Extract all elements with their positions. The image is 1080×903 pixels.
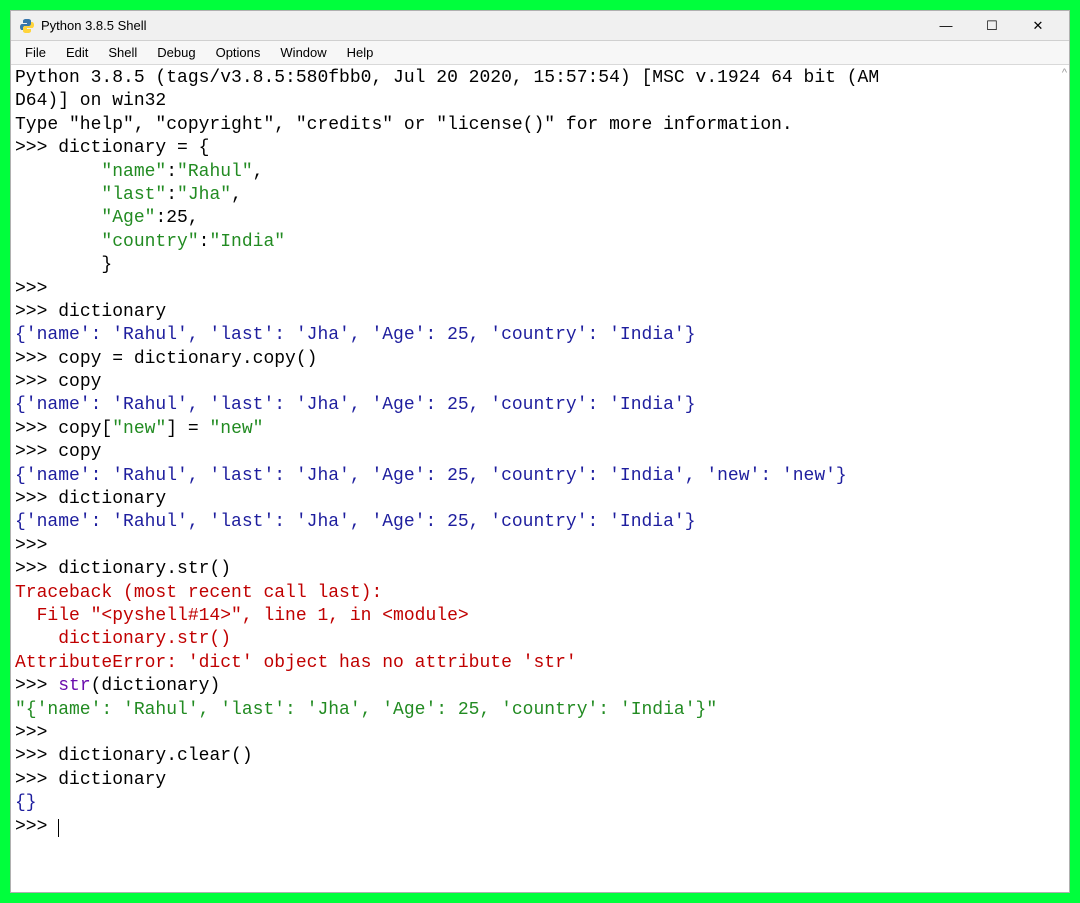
maximize-button[interactable]: ☐ — [969, 11, 1015, 41]
dict-key: "last" — [101, 185, 166, 205]
code-line: copy — [58, 442, 101, 462]
prompt: >>> — [15, 138, 58, 158]
prompt: >>> — [15, 489, 58, 509]
python-icon — [19, 18, 35, 34]
menu-options[interactable]: Options — [206, 43, 271, 62]
code-line: dictionary — [58, 302, 166, 322]
code-line: dictionary — [58, 489, 166, 509]
dict-val: "India" — [209, 232, 285, 252]
output-line: {'name': 'Rahul', 'last': 'Jha', 'Age': … — [15, 395, 696, 415]
code-line: dictionary.str() — [58, 559, 231, 579]
code-line: dictionary = { — [58, 138, 209, 158]
menu-file[interactable]: File — [15, 43, 56, 62]
dict-val: "Jha" — [177, 185, 231, 205]
banner-line: Type "help", "copyright", "credits" or "… — [15, 115, 793, 135]
output-line: {} — [15, 793, 37, 813]
menu-help[interactable]: Help — [337, 43, 384, 62]
code-line: (dictionary) — [91, 676, 221, 696]
traceback-line: File "<pyshell#14>", line 1, in <module> — [15, 606, 469, 626]
dict-key: "Age" — [101, 208, 155, 228]
prompt: >>> — [15, 279, 58, 299]
idle-window: Python 3.8.5 Shell — ☐ ✕ File Edit Shell… — [10, 10, 1070, 893]
close-brace: } — [101, 255, 112, 275]
builtin-func: str — [58, 676, 90, 696]
menu-window[interactable]: Window — [270, 43, 336, 62]
traceback-line: AttributeError: 'dict' object has no att… — [15, 653, 577, 673]
prompt: >>> — [15, 723, 58, 743]
output-line: {'name': 'Rahul', 'last': 'Jha', 'Age': … — [15, 325, 696, 345]
code-line: dictionary — [58, 770, 166, 790]
menu-edit[interactable]: Edit — [56, 43, 98, 62]
output-line: {'name': 'Rahul', 'last': 'Jha', 'Age': … — [15, 512, 696, 532]
cursor — [58, 819, 59, 837]
prompt: >>> — [15, 349, 58, 369]
dict-val: "Rahul" — [177, 162, 253, 182]
window-controls: — ☐ ✕ — [923, 11, 1061, 41]
dict-key: "country" — [101, 232, 198, 252]
prompt: >>> — [15, 817, 58, 837]
window-title: Python 3.8.5 Shell — [41, 18, 923, 33]
output-line: {'name': 'Rahul', 'last': 'Jha', 'Age': … — [15, 466, 847, 486]
shell-text[interactable]: Python 3.8.5 (tags/v3.8.5:580fbb0, Jul 2… — [15, 67, 1065, 839]
prompt: >>> — [15, 536, 58, 556]
prompt: >>> — [15, 372, 58, 392]
output-line: "{'name': 'Rahul', 'last': 'Jha', 'Age':… — [15, 700, 717, 720]
prompt: >>> — [15, 746, 58, 766]
code-line: copy = dictionary.copy() — [58, 349, 317, 369]
code-line: copy — [58, 372, 101, 392]
code-line: dictionary.clear() — [58, 746, 252, 766]
string-literal: "new" — [209, 419, 263, 439]
menubar: File Edit Shell Debug Options Window Hel… — [11, 41, 1069, 65]
scroll-indicator[interactable]: ^ — [1062, 67, 1067, 79]
menu-shell[interactable]: Shell — [98, 43, 147, 62]
minimize-button[interactable]: — — [923, 11, 969, 41]
string-literal: "new" — [112, 419, 166, 439]
code-line: ] = — [166, 419, 209, 439]
prompt: >>> — [15, 559, 58, 579]
prompt: >>> — [15, 770, 58, 790]
banner-line: Python 3.8.5 (tags/v3.8.5:580fbb0, Jul 2… — [15, 68, 879, 88]
dict-val: 25 — [166, 208, 188, 228]
dict-key: "name" — [101, 162, 166, 182]
traceback-line: Traceback (most recent call last): — [15, 583, 382, 603]
prompt: >>> — [15, 302, 58, 322]
code-line: copy[ — [58, 419, 112, 439]
prompt: >>> — [15, 676, 58, 696]
prompt: >>> — [15, 442, 58, 462]
menu-debug[interactable]: Debug — [147, 43, 205, 62]
shell-content[interactable]: ^ Python 3.8.5 (tags/v3.8.5:580fbb0, Jul… — [11, 65, 1069, 892]
banner-line: D64)] on win32 — [15, 91, 166, 111]
titlebar[interactable]: Python 3.8.5 Shell — ☐ ✕ — [11, 11, 1069, 41]
traceback-line: dictionary.str() — [15, 629, 231, 649]
close-button[interactable]: ✕ — [1015, 11, 1061, 41]
prompt: >>> — [15, 419, 58, 439]
